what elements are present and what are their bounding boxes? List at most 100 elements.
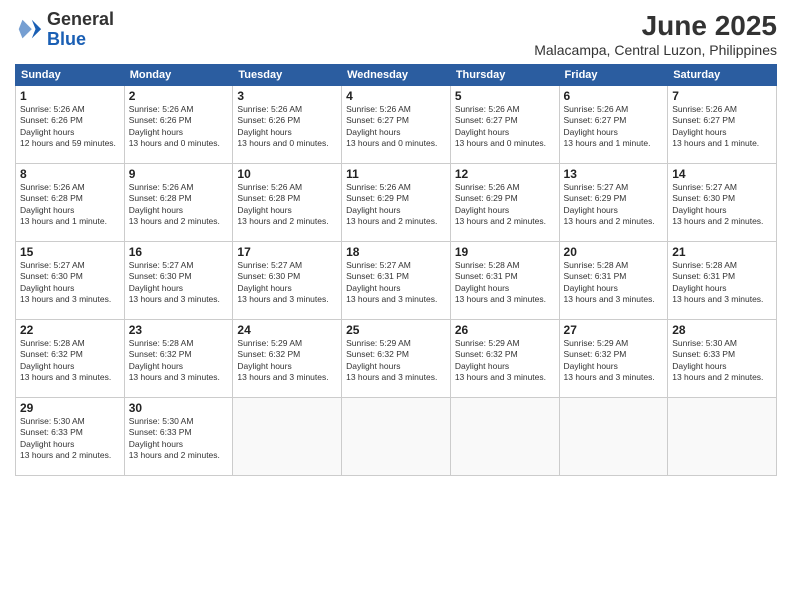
main-title: June 2025	[534, 10, 777, 42]
day-number: 4	[346, 89, 446, 103]
day-number: 16	[129, 245, 229, 259]
logo-text: General Blue	[47, 10, 114, 50]
logo: General Blue	[15, 10, 114, 50]
table-row: 28 Sunrise: 5:30 AM Sunset: 6:33 PM Dayl…	[668, 320, 777, 398]
day-info: Sunrise: 5:27 AM Sunset: 6:30 PM Dayligh…	[129, 260, 229, 306]
day-number: 5	[455, 89, 555, 103]
logo-icon	[15, 16, 43, 44]
table-row: 16 Sunrise: 5:27 AM Sunset: 6:30 PM Dayl…	[124, 242, 233, 320]
table-row: 30 Sunrise: 5:30 AM Sunset: 6:33 PM Dayl…	[124, 398, 233, 476]
table-row: 3 Sunrise: 5:26 AM Sunset: 6:26 PM Dayli…	[233, 86, 342, 164]
day-info: Sunrise: 5:27 AM Sunset: 6:29 PM Dayligh…	[564, 182, 664, 228]
day-info: Sunrise: 5:28 AM Sunset: 6:31 PM Dayligh…	[564, 260, 664, 306]
subtitle: Malacampa, Central Luzon, Philippines	[534, 42, 777, 58]
title-block: June 2025 Malacampa, Central Luzon, Phil…	[534, 10, 777, 58]
header-row: Sunday Monday Tuesday Wednesday Thursday…	[16, 65, 777, 86]
day-number: 2	[129, 89, 229, 103]
table-row: 11 Sunrise: 5:26 AM Sunset: 6:29 PM Dayl…	[342, 164, 451, 242]
day-number: 10	[237, 167, 337, 181]
day-info: Sunrise: 5:26 AM Sunset: 6:28 PM Dayligh…	[20, 182, 120, 228]
calendar-row: 22 Sunrise: 5:28 AM Sunset: 6:32 PM Dayl…	[16, 320, 777, 398]
day-info: Sunrise: 5:26 AM Sunset: 6:28 PM Dayligh…	[129, 182, 229, 228]
day-info: Sunrise: 5:26 AM Sunset: 6:26 PM Dayligh…	[129, 104, 229, 150]
table-row: 23 Sunrise: 5:28 AM Sunset: 6:32 PM Dayl…	[124, 320, 233, 398]
table-row	[450, 398, 559, 476]
day-number: 12	[455, 167, 555, 181]
table-row: 2 Sunrise: 5:26 AM Sunset: 6:26 PM Dayli…	[124, 86, 233, 164]
col-friday: Friday	[559, 65, 668, 86]
day-info: Sunrise: 5:27 AM Sunset: 6:30 PM Dayligh…	[20, 260, 120, 306]
header: General Blue June 2025 Malacampa, Centra…	[15, 10, 777, 58]
table-row: 26 Sunrise: 5:29 AM Sunset: 6:32 PM Dayl…	[450, 320, 559, 398]
table-row	[342, 398, 451, 476]
day-info: Sunrise: 5:28 AM Sunset: 6:31 PM Dayligh…	[455, 260, 555, 306]
day-info: Sunrise: 5:26 AM Sunset: 6:27 PM Dayligh…	[455, 104, 555, 150]
col-sunday: Sunday	[16, 65, 125, 86]
table-row: 1 Sunrise: 5:26 AM Sunset: 6:26 PM Dayli…	[16, 86, 125, 164]
day-number: 20	[564, 245, 664, 259]
table-row: 5 Sunrise: 5:26 AM Sunset: 6:27 PM Dayli…	[450, 86, 559, 164]
day-number: 1	[20, 89, 120, 103]
day-info: Sunrise: 5:26 AM Sunset: 6:29 PM Dayligh…	[346, 182, 446, 228]
day-number: 29	[20, 401, 120, 415]
col-saturday: Saturday	[668, 65, 777, 86]
day-number: 23	[129, 323, 229, 337]
day-number: 22	[20, 323, 120, 337]
day-info: Sunrise: 5:29 AM Sunset: 6:32 PM Dayligh…	[237, 338, 337, 384]
table-row: 8 Sunrise: 5:26 AM Sunset: 6:28 PM Dayli…	[16, 164, 125, 242]
table-row: 7 Sunrise: 5:26 AM Sunset: 6:27 PM Dayli…	[668, 86, 777, 164]
day-number: 11	[346, 167, 446, 181]
table-row: 29 Sunrise: 5:30 AM Sunset: 6:33 PM Dayl…	[16, 398, 125, 476]
calendar-row: 29 Sunrise: 5:30 AM Sunset: 6:33 PM Dayl…	[16, 398, 777, 476]
day-number: 25	[346, 323, 446, 337]
col-monday: Monday	[124, 65, 233, 86]
day-info: Sunrise: 5:29 AM Sunset: 6:32 PM Dayligh…	[346, 338, 446, 384]
col-wednesday: Wednesday	[342, 65, 451, 86]
table-row: 9 Sunrise: 5:26 AM Sunset: 6:28 PM Dayli…	[124, 164, 233, 242]
day-info: Sunrise: 5:28 AM Sunset: 6:32 PM Dayligh…	[20, 338, 120, 384]
day-number: 24	[237, 323, 337, 337]
table-row: 10 Sunrise: 5:26 AM Sunset: 6:28 PM Dayl…	[233, 164, 342, 242]
day-info: Sunrise: 5:29 AM Sunset: 6:32 PM Dayligh…	[455, 338, 555, 384]
day-number: 15	[20, 245, 120, 259]
day-info: Sunrise: 5:30 AM Sunset: 6:33 PM Dayligh…	[672, 338, 772, 384]
table-row: 21 Sunrise: 5:28 AM Sunset: 6:31 PM Dayl…	[668, 242, 777, 320]
table-row: 17 Sunrise: 5:27 AM Sunset: 6:30 PM Dayl…	[233, 242, 342, 320]
col-tuesday: Tuesday	[233, 65, 342, 86]
table-row: 15 Sunrise: 5:27 AM Sunset: 6:30 PM Dayl…	[16, 242, 125, 320]
day-number: 28	[672, 323, 772, 337]
day-info: Sunrise: 5:28 AM Sunset: 6:32 PM Dayligh…	[129, 338, 229, 384]
page: General Blue June 2025 Malacampa, Centra…	[0, 0, 792, 612]
col-thursday: Thursday	[450, 65, 559, 86]
day-number: 27	[564, 323, 664, 337]
table-row: 14 Sunrise: 5:27 AM Sunset: 6:30 PM Dayl…	[668, 164, 777, 242]
calendar-table: Sunday Monday Tuesday Wednesday Thursday…	[15, 64, 777, 476]
day-info: Sunrise: 5:26 AM Sunset: 6:27 PM Dayligh…	[672, 104, 772, 150]
calendar-row: 8 Sunrise: 5:26 AM Sunset: 6:28 PM Dayli…	[16, 164, 777, 242]
table-row: 13 Sunrise: 5:27 AM Sunset: 6:29 PM Dayl…	[559, 164, 668, 242]
day-number: 26	[455, 323, 555, 337]
table-row: 25 Sunrise: 5:29 AM Sunset: 6:32 PM Dayl…	[342, 320, 451, 398]
day-info: Sunrise: 5:30 AM Sunset: 6:33 PM Dayligh…	[20, 416, 120, 462]
table-row: 22 Sunrise: 5:28 AM Sunset: 6:32 PM Dayl…	[16, 320, 125, 398]
table-row	[668, 398, 777, 476]
day-number: 6	[564, 89, 664, 103]
day-number: 14	[672, 167, 772, 181]
day-number: 18	[346, 245, 446, 259]
day-info: Sunrise: 5:26 AM Sunset: 6:27 PM Dayligh…	[564, 104, 664, 150]
day-info: Sunrise: 5:30 AM Sunset: 6:33 PM Dayligh…	[129, 416, 229, 462]
day-info: Sunrise: 5:26 AM Sunset: 6:26 PM Dayligh…	[20, 104, 120, 150]
table-row: 12 Sunrise: 5:26 AM Sunset: 6:29 PM Dayl…	[450, 164, 559, 242]
day-info: Sunrise: 5:28 AM Sunset: 6:31 PM Dayligh…	[672, 260, 772, 306]
table-row: 20 Sunrise: 5:28 AM Sunset: 6:31 PM Dayl…	[559, 242, 668, 320]
day-number: 13	[564, 167, 664, 181]
table-row: 19 Sunrise: 5:28 AM Sunset: 6:31 PM Dayl…	[450, 242, 559, 320]
day-number: 7	[672, 89, 772, 103]
table-row: 4 Sunrise: 5:26 AM Sunset: 6:27 PM Dayli…	[342, 86, 451, 164]
day-number: 21	[672, 245, 772, 259]
day-info: Sunrise: 5:26 AM Sunset: 6:26 PM Dayligh…	[237, 104, 337, 150]
calendar-row: 15 Sunrise: 5:27 AM Sunset: 6:30 PM Dayl…	[16, 242, 777, 320]
table-row: 6 Sunrise: 5:26 AM Sunset: 6:27 PM Dayli…	[559, 86, 668, 164]
day-info: Sunrise: 5:27 AM Sunset: 6:31 PM Dayligh…	[346, 260, 446, 306]
day-info: Sunrise: 5:27 AM Sunset: 6:30 PM Dayligh…	[237, 260, 337, 306]
